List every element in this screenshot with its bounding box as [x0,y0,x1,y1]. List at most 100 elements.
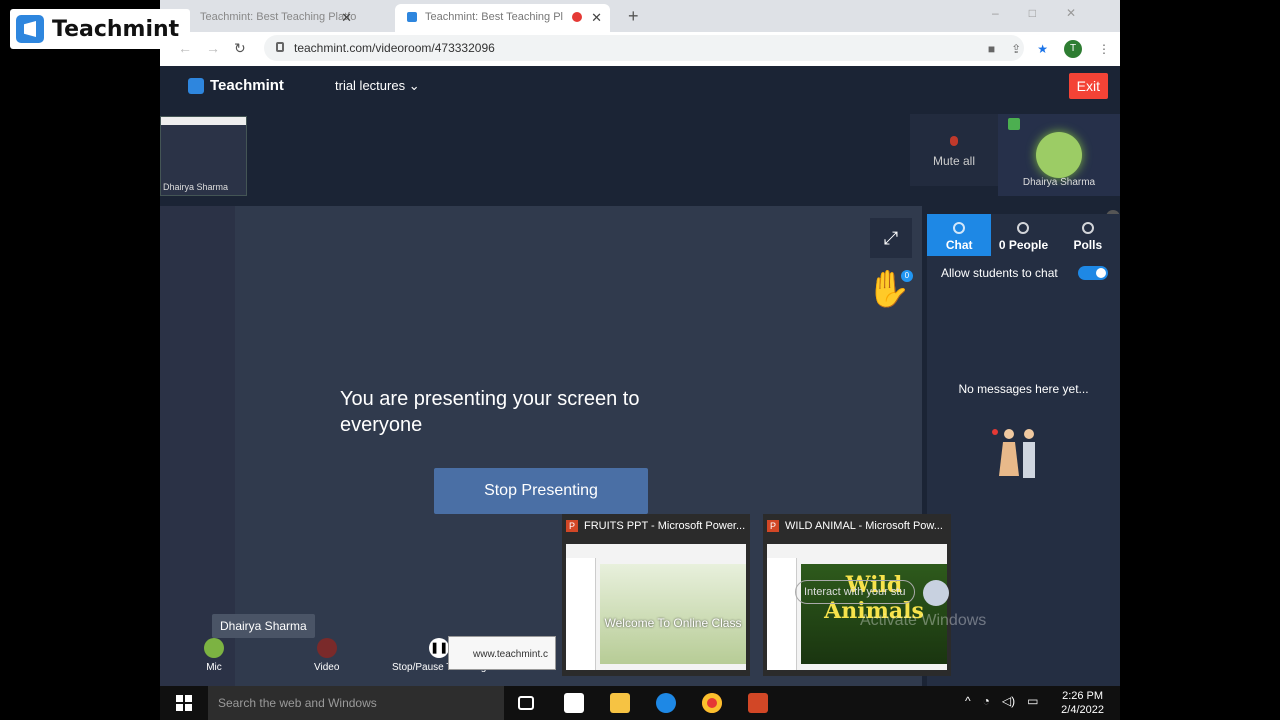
tab-polls[interactable]: Polls [1056,214,1120,256]
chat-input[interactable]: Interact with your stu [795,580,915,604]
mute-all-button[interactable]: Mute all [910,114,998,186]
video-label: Video [314,662,340,673]
clock-date: 2/4/2022 [1061,704,1104,716]
self-video-tile: Dhairya Sharma [998,114,1120,196]
preview-thumbnail: Wild Animals [767,544,947,670]
taskbar-clock[interactable]: 2:26 PM 2/4/2022 [1061,689,1104,717]
teachmint-watermark-logo: Teachmint [10,9,190,49]
window-controls[interactable]: –□✕ [992,6,1106,20]
browser-tab-1[interactable]: Teachmint: Best Teaching Platfo ✕ [160,4,360,32]
share-icon[interactable]: ⇪ [1011,42,1021,56]
send-button[interactable] [923,580,949,606]
menu-kebab-icon[interactable]: ⋮ [1098,42,1110,56]
clock-time: 2:26 PM [1062,690,1104,702]
network-icon[interactable]: ◔ [983,694,990,708]
browser-tab-2-active[interactable]: Teachmint: Best Teaching Pl ✕ [395,4,610,32]
pause-icon: ❚❚ [429,638,450,658]
video-button[interactable]: Video [314,638,339,673]
preview-title: FRUITS PPT - Microsoft Power... [562,514,750,538]
preview-thumbnail: Welcome To Online Class [566,544,746,670]
presenting-message: You are presenting your screen to everyo… [340,388,640,436]
reload-icon[interactable]: ↻ [234,40,246,57]
star-icon[interactable]: ★ [1037,42,1048,56]
thumbnail-name: Dhairya Sharma [163,182,229,192]
address-bar-row: ← → ↻ teachmint.com/videoroom/473332096 … [160,32,1120,66]
taskbar-preview-fruits-ppt[interactable]: FRUITS PPT - Microsoft Power... Welcome … [562,514,750,676]
mic-label: Mic [206,662,222,673]
tab-close-icon[interactable]: ✕ [591,10,602,26]
stop-presenting-button[interactable]: Stop Presenting [434,468,648,514]
teachmint-logo-icon [16,15,44,43]
system-tray: ^ ◔ ◁) ▭ [965,694,1038,708]
slide-sidebar [566,558,596,670]
watermark-brand-text: Teachmint [52,16,180,42]
screen-share-thumbnail[interactable]: Dhairya Sharma [160,116,247,196]
lock-icon [276,42,284,52]
polls-icon [1081,222,1094,234]
recording-icon [572,12,582,22]
video-icon [316,638,337,658]
empty-chat-message: No messages here yet... [958,382,1089,396]
edge-icon[interactable] [656,693,676,713]
forward-arrow-icon[interactable]: → [206,40,220,56]
browser-toolbar-icons: ■ ⇪ ★ T ⋮ [988,40,1110,58]
class-selector-label: trial lectures [335,78,406,93]
profile-avatar[interactable]: T [1064,40,1082,58]
tab-people-label: 0 People [998,238,1049,252]
new-tab-button[interactable]: + [628,6,639,27]
screen: Teachmint Teachmint: Best Teaching Platf… [0,0,1280,720]
app-brand-text: Teachmint [210,77,284,94]
mic-muted-icon [950,136,958,146]
people-icon [1017,222,1030,234]
powerpoint-icon[interactable] [748,693,768,713]
slide-sidebar [767,558,797,670]
teachmint-favicon-icon [407,12,417,22]
class-selector[interactable]: trial lectures ⌄ [335,78,420,94]
url-text: teachmint.com/videoroom/473332096 [294,41,495,55]
task-view-icon[interactable] [518,696,534,710]
chevron-down-icon: ⌄ [408,78,420,93]
camera-icon[interactable]: ■ [988,42,995,56]
thumbnail-preview-bar [161,117,246,125]
taskbar-search-input[interactable]: Search the web and Windows [208,686,504,720]
chrome-icon[interactable] [702,693,722,713]
participant-name: Dhairya Sharma [1022,177,1096,188]
allow-chat-toggle[interactable] [1078,266,1108,280]
url-tooltip: www.teachmint.c [448,636,556,670]
notification-icon[interactable]: ▭ [1027,694,1038,708]
panel-tabs: Chat 0 People Polls [927,214,1120,256]
tab-title: Teachmint: Best Teaching Pl [425,11,563,23]
activate-windows-watermark: Activate Windows [860,612,987,629]
speaker-name-chip: Dhairya Sharma [212,614,315,638]
mic-status-icon [1008,118,1020,130]
hand-count-badge: 0 [900,270,913,282]
app-header: Teachmint trial lectures ⌄ Exit [160,66,1120,110]
tab-people[interactable]: 0 People [991,214,1055,256]
mic-icon [204,638,224,658]
browser-window: Teachmint: Best Teaching Platfo ✕ Teachm… [160,0,1120,66]
tab-title: Teachmint: Best Teaching Platfo [200,11,357,23]
people-illustration-icon [992,429,1035,478]
chevron-up-icon[interactable]: ^ [965,694,971,708]
preview-title: WILD ANIMAL - Microsoft Pow... [763,514,951,538]
file-explorer-icon[interactable] [610,693,630,713]
url-field[interactable]: teachmint.com/videoroom/473332096 [264,35,1024,61]
expand-icon[interactable]: ⤢ [870,218,912,258]
tab-chat[interactable]: Chat [927,214,992,256]
avatar [1036,132,1082,178]
slide-text: Welcome To Online Class [600,564,746,664]
chat-icon [953,222,966,234]
volume-icon[interactable]: ◁) [1002,694,1015,708]
allow-chat-row: Allow students to chat [927,256,1120,290]
allow-chat-label: Allow students to chat [941,266,1058,280]
windows-taskbar: Search the web and Windows ^ ◔ ◁) ▭ 2:26… [160,686,1120,720]
tab-close-icon[interactable]: ✕ [341,10,352,26]
raise-hand-icon[interactable]: ✋ 0 [866,268,913,310]
mic-button[interactable]: Mic [204,638,224,673]
exit-button[interactable]: Exit [1068,73,1108,99]
browser-tab-bar: Teachmint: Best Teaching Platfo ✕ Teachm… [160,0,1120,32]
tab-chat-label: Chat [945,238,973,252]
windows-start-icon[interactable] [176,695,192,711]
store-icon[interactable] [564,693,584,713]
tab-polls-label: Polls [1073,238,1103,252]
